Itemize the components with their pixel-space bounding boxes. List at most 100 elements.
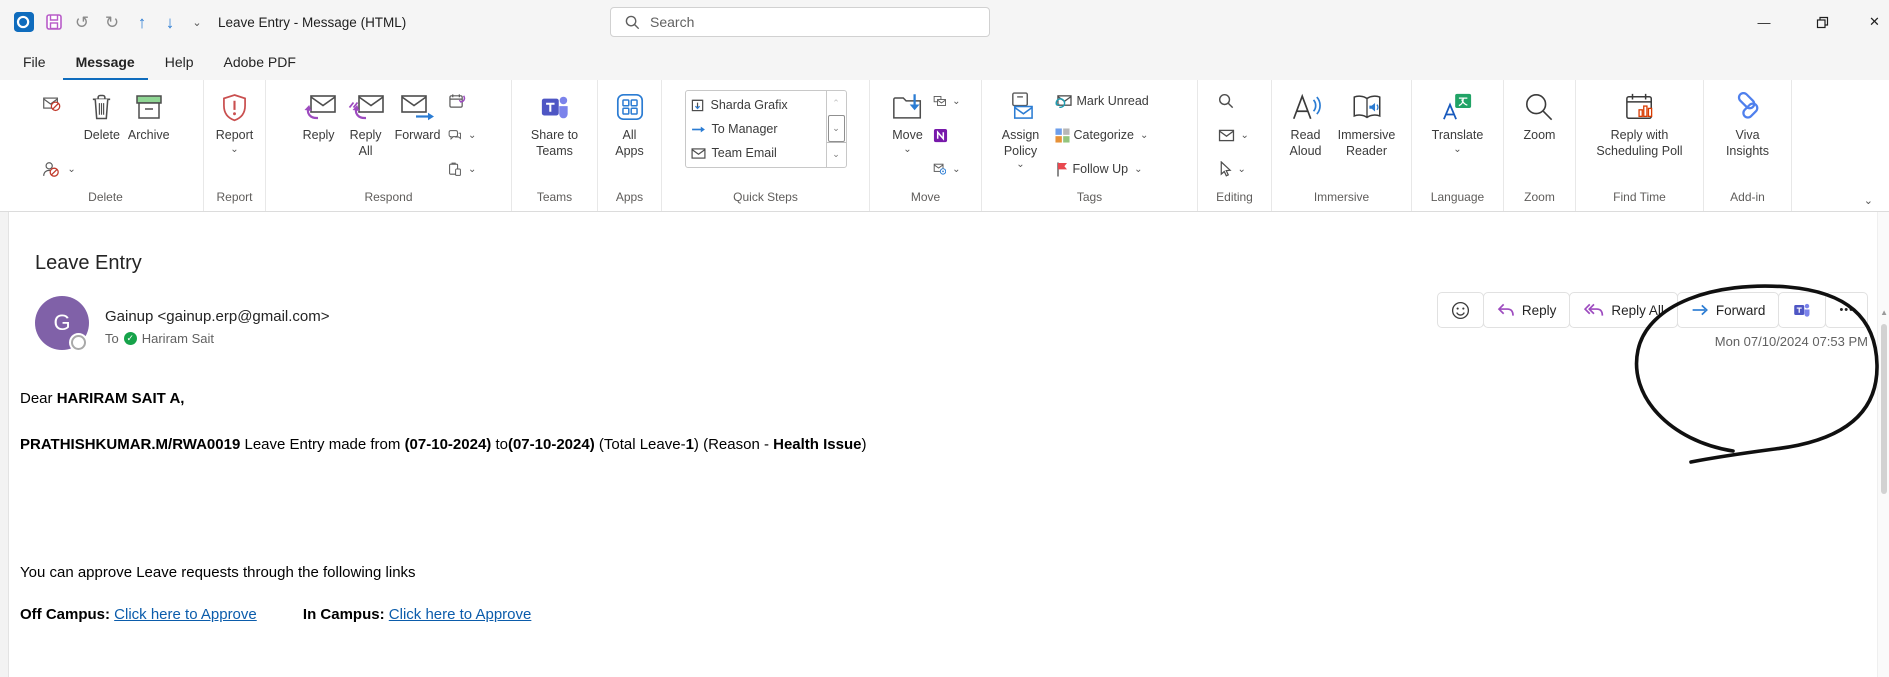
ellipsis-icon: •••	[1839, 304, 1854, 316]
delete-button[interactable]: Delete	[81, 86, 123, 189]
close-icon: ✕	[1869, 14, 1880, 30]
group-label-find-time: Find Time	[1576, 189, 1703, 211]
move-down-button[interactable]: ↓	[156, 0, 184, 44]
restore-button[interactable]	[1802, 0, 1842, 44]
scrollbar-up-icon[interactable]: ▲	[1880, 308, 1888, 317]
forward-action-label: Forward	[1716, 303, 1766, 318]
quick-step-sharda-grafix[interactable]: Sharda Grafix	[691, 94, 821, 116]
translate-button[interactable]: Translate ⌄	[1429, 86, 1487, 189]
all-apps-button[interactable]: All Apps	[610, 86, 650, 189]
report-icon	[222, 93, 247, 122]
greeting-line: Dear HARIRAM SAIT A,	[20, 390, 184, 407]
close-button[interactable]: ✕	[1860, 0, 1889, 44]
undo-button[interactable]: ↺	[68, 0, 96, 44]
delete-icon	[89, 92, 114, 122]
reply-action-button[interactable]: Reply	[1483, 292, 1571, 328]
in-campus-approve-link[interactable]: Click here to Approve	[389, 606, 532, 623]
move-button[interactable]: Move ⌄	[888, 86, 928, 189]
related-button[interactable]: ⌄	[1215, 123, 1252, 147]
translate-icon	[1442, 92, 1473, 122]
group-label-immersive: Immersive	[1272, 189, 1411, 211]
save-button[interactable]	[40, 0, 68, 44]
chevron-down-icon: ⌄	[952, 96, 960, 107]
share-to-teams-button[interactable]: Share to Teams	[522, 86, 588, 189]
reply-all-button[interactable]: Reply All	[342, 86, 390, 189]
scheduling-poll-button[interactable]: Reply with Scheduling Poll	[1582, 86, 1698, 189]
chevron-down-icon: ⌄	[832, 123, 840, 134]
quick-steps-scroll: ⌃ ⌄ ⌄	[826, 91, 846, 167]
chevron-down-icon: ⌄	[1241, 130, 1249, 141]
rules-button[interactable]: ⌄	[930, 89, 964, 113]
meeting-reply-icon	[448, 93, 466, 109]
tab-file[interactable]: File	[10, 47, 59, 80]
ribbon-group-quick-steps: Sharda Grafix To Manager Team Email ⌃	[662, 80, 870, 211]
reactions-button[interactable]	[1437, 292, 1484, 328]
reply-button[interactable]: Reply	[298, 86, 340, 189]
zoom-button[interactable]: Zoom	[1521, 86, 1559, 189]
more-actions-button[interactable]: •••	[1825, 292, 1868, 328]
message-actions-icon	[933, 162, 947, 176]
search-input[interactable]: Search	[610, 7, 990, 37]
in-campus-label: In Campus:	[303, 606, 385, 623]
move-up-button[interactable]: ↑	[128, 0, 156, 44]
collapse-ribbon-button[interactable]: ⌄	[1864, 194, 1873, 207]
quick-steps-more-button[interactable]: ⌄	[827, 142, 846, 167]
quick-steps-scroll-down[interactable]: ⌄	[828, 115, 845, 141]
share-to-teams-action-button[interactable]	[1778, 292, 1826, 328]
quick-step-to-manager[interactable]: To Manager	[691, 118, 821, 140]
reply-all-action-button[interactable]: Reply All	[1569, 292, 1678, 328]
group-label-move: Move	[870, 189, 981, 211]
chevron-down-icon: ⌄	[1864, 195, 1873, 207]
presence-badge	[71, 335, 86, 350]
follow-up-button[interactable]: Follow Up ⌄	[1052, 157, 1146, 181]
reply-icon	[301, 92, 337, 122]
select-button[interactable]: ⌄	[1215, 157, 1249, 181]
meeting-reply-button[interactable]	[445, 89, 479, 113]
message-actions-button[interactable]: ⌄	[930, 157, 964, 181]
immersive-reader-button[interactable]: Immersive Reader	[1332, 86, 1402, 189]
ignore-button[interactable]	[38, 92, 78, 116]
block-sender-button[interactable]: ⌄	[38, 157, 78, 181]
message-timestamp: Mon 07/10/2024 07:53 PM	[1715, 334, 1868, 349]
im-reply-button[interactable]: ⌄	[445, 123, 479, 147]
recipient-name[interactable]: Hariram Sait	[142, 331, 214, 346]
forward-action-button[interactable]: Forward	[1677, 292, 1780, 328]
ribbon-group-language: Translate ⌄ Language	[1412, 80, 1504, 211]
tab-help[interactable]: Help	[152, 47, 207, 80]
assign-policy-button[interactable]: Assign Policy ⌄	[992, 86, 1050, 189]
viva-insights-button[interactable]: Viva Insights	[1721, 86, 1775, 189]
archive-button[interactable]: Archive	[125, 86, 173, 189]
redo-button[interactable]: ↻	[98, 0, 126, 44]
sender-name[interactable]: Gainup <gainup.erp@gmail.com>	[105, 308, 330, 325]
group-label-zoom: Zoom	[1504, 189, 1575, 211]
tab-message[interactable]: Message	[63, 47, 148, 80]
onenote-button[interactable]	[930, 123, 964, 147]
arrow-down-icon: ↓	[166, 14, 175, 31]
quick-steps-scroll-up[interactable]: ⌃	[827, 91, 846, 115]
off-campus-label: Off Campus:	[20, 606, 110, 623]
envelope-icon	[691, 148, 706, 159]
categorize-button[interactable]: Categorize ⌄	[1052, 123, 1152, 147]
ribbon-tab-bar: File Message Help Adobe PDF	[0, 44, 1889, 80]
minimize-button[interactable]: —	[1744, 0, 1784, 44]
chevron-down-icon: ⌄	[468, 130, 476, 141]
reply-with-app-button[interactable]: ⌄	[445, 157, 479, 181]
quick-step-team-email[interactable]: Team Email	[691, 142, 821, 164]
mark-unread-button[interactable]: Mark Unread	[1052, 89, 1152, 113]
find-button[interactable]	[1215, 89, 1237, 113]
restore-icon	[1816, 16, 1829, 29]
scrollbar-thumb[interactable]	[1881, 324, 1887, 494]
vertical-scrollbar[interactable]: ▲	[1877, 212, 1889, 677]
off-campus-approve-link[interactable]: Click here to Approve	[114, 606, 257, 623]
forward-button[interactable]: Forward	[392, 86, 444, 189]
ribbon-group-add-in: Viva Insights Add-in	[1704, 80, 1792, 211]
undo-icon: ↺	[75, 14, 89, 31]
read-aloud-button[interactable]: Read Aloud	[1282, 86, 1330, 189]
customize-qat-button[interactable]: ⌄	[186, 0, 208, 44]
tab-adobe-pdf[interactable]: Adobe PDF	[211, 47, 309, 80]
report-button[interactable]: Report ⌄	[213, 86, 257, 189]
arrow-right-icon	[691, 124, 706, 135]
read-aloud-icon	[1290, 92, 1322, 122]
reply-all-action-label: Reply All	[1611, 303, 1664, 318]
leave-entry-line: PRATHISHKUMAR.M/RWA0019 Leave Entry made…	[20, 436, 867, 453]
